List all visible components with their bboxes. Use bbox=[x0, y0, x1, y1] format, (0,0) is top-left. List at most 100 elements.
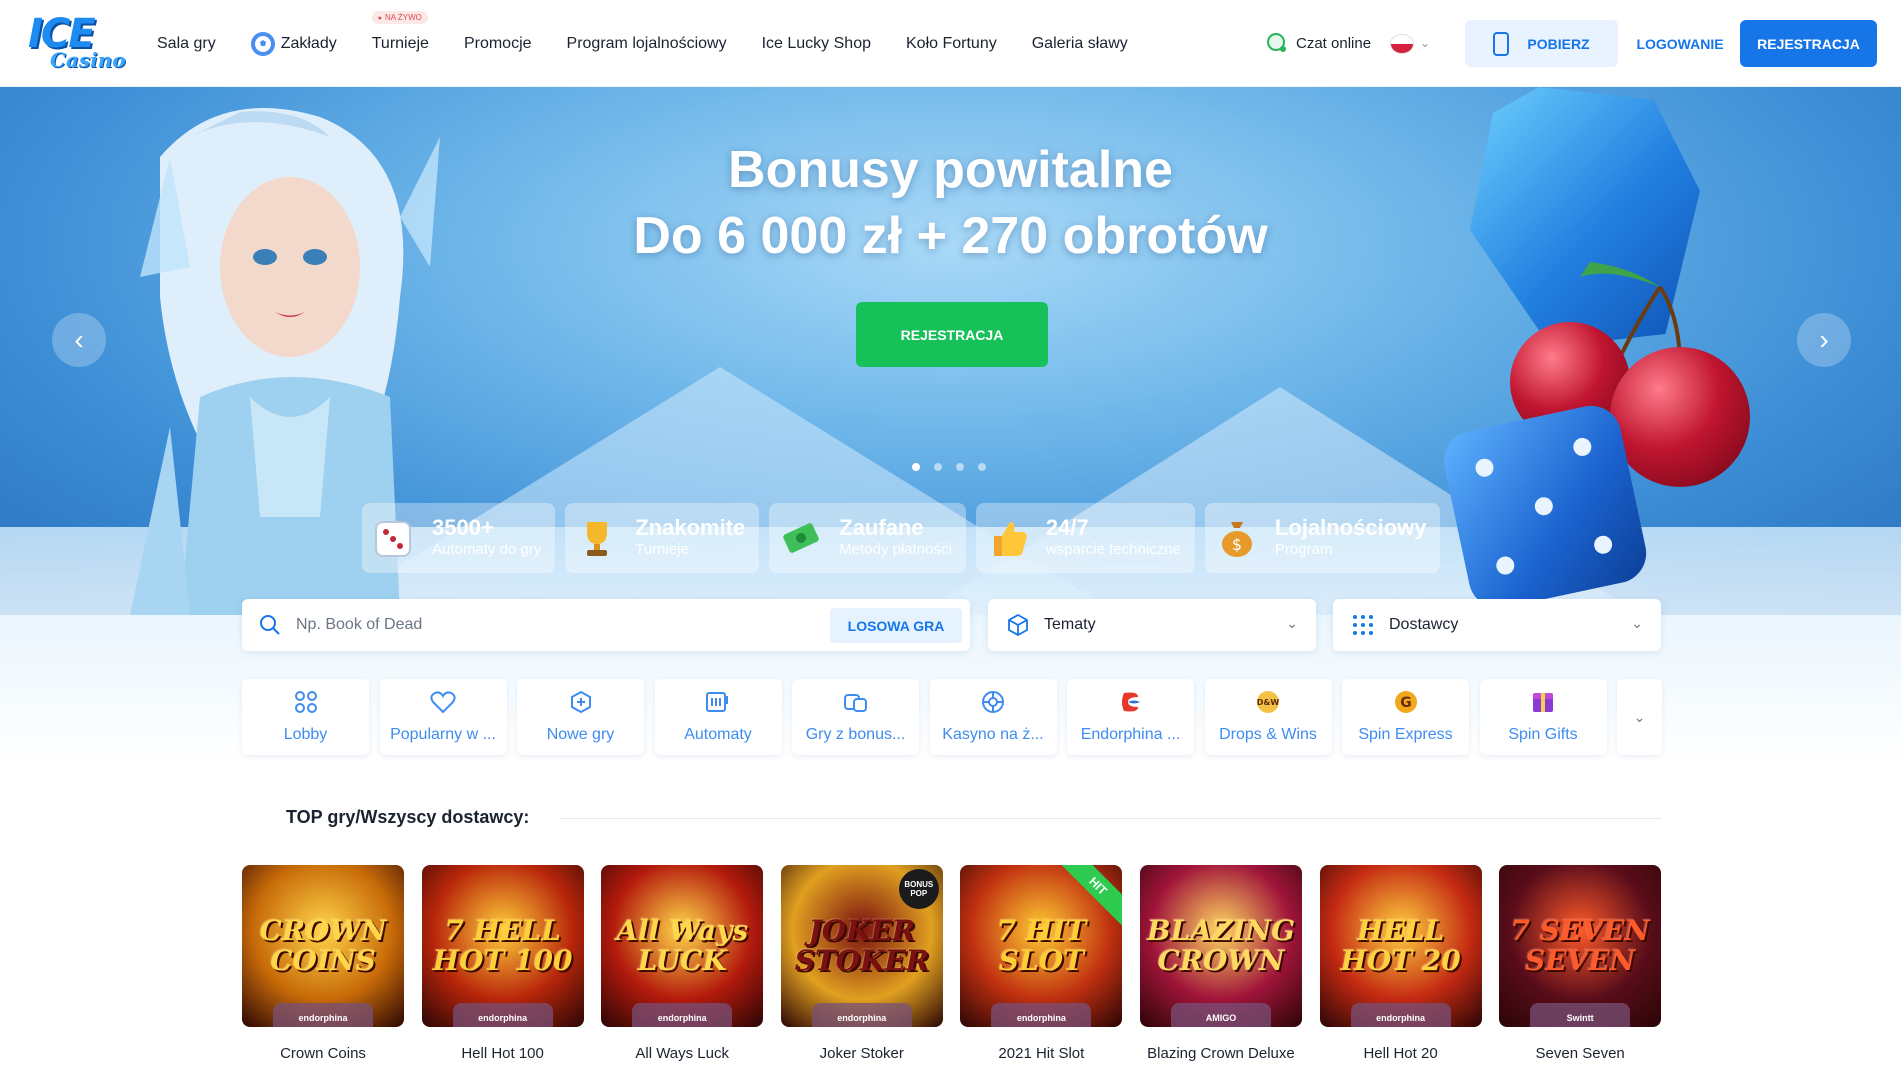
nav-item-promotions[interactable]: Promocje bbox=[464, 35, 532, 53]
live-badge: NA ŻYWO bbox=[371, 10, 428, 24]
nav-item-wheel-of-fortune[interactable]: Koło Fortuny bbox=[906, 35, 997, 53]
grid-icon bbox=[292, 688, 320, 716]
category-label: Popularny w ... bbox=[390, 726, 496, 743]
register-button[interactable]: REJESTRACJA bbox=[1740, 20, 1877, 67]
category-drops-wins[interactable]: D&W Drops & Wins bbox=[1204, 679, 1332, 755]
nav-item-lucky-shop[interactable]: Ice Lucky Shop bbox=[762, 35, 871, 53]
dice-illustration bbox=[1438, 400, 1652, 614]
chevron-down-icon: ⌄ bbox=[1286, 615, 1298, 631]
game-title[interactable]: 2021 Hit Slot bbox=[998, 1045, 1084, 1062]
category-spin-express[interactable]: G Spin Express bbox=[1342, 679, 1469, 755]
ice-casino-logo[interactable]: ICE Casino bbox=[28, 14, 126, 72]
category-live-casino[interactable]: Kasyno na ż... bbox=[929, 679, 1057, 755]
search-input[interactable] bbox=[296, 616, 816, 634]
logo-text-casino: Casino bbox=[50, 48, 126, 72]
site-header: ICE Casino Sala gry Zakłady NA ŻYWO Turn… bbox=[0, 0, 1901, 87]
providers-dropdown[interactable]: Dostawcy ⌄ bbox=[1333, 599, 1661, 651]
carousel-dot[interactable] bbox=[956, 463, 964, 471]
game-card[interactable]: All Ways LUCK endorphina All Ways Luck bbox=[601, 865, 764, 1062]
game-card[interactable]: HELL HOT 20 endorphina Hell Hot 20 bbox=[1319, 865, 1482, 1062]
feature-subtitle: Metody płatności bbox=[839, 541, 952, 558]
nav-item-bets[interactable]: Zakłady bbox=[250, 31, 337, 56]
category-lobby[interactable]: Lobby bbox=[242, 679, 369, 755]
language-flag-icon[interactable] bbox=[1390, 34, 1414, 54]
category-label: Nowe gry bbox=[546, 726, 615, 743]
game-title[interactable]: Crown Coins bbox=[280, 1045, 366, 1062]
category-label: Drops & Wins bbox=[1219, 726, 1317, 743]
category-new-games[interactable]: Nowe gry bbox=[517, 679, 644, 755]
spin-gifts-icon bbox=[1529, 688, 1557, 716]
carousel-prev-button[interactable]: ‹ bbox=[52, 313, 106, 367]
game-thumbnail[interactable]: 7 SEVEN SEVEN Swintt bbox=[1499, 865, 1662, 1027]
bonus-icon bbox=[842, 688, 870, 716]
game-title[interactable]: Hell Hot 100 bbox=[461, 1045, 544, 1062]
game-thumbnail[interactable]: CROWN COINS endorphina bbox=[242, 865, 404, 1027]
feature-support: 24/7 wsparcie techniczne bbox=[975, 503, 1195, 573]
random-game-button[interactable]: LOSOWA GRA bbox=[830, 608, 962, 643]
login-button[interactable]: LOGOWANIE bbox=[1630, 20, 1730, 67]
category-label: Spin Express bbox=[1358, 726, 1453, 743]
game-thumbnail[interactable]: All Ways LUCK endorphina bbox=[601, 865, 764, 1027]
carousel-dot[interactable] bbox=[912, 463, 920, 471]
game-title[interactable]: Seven Seven bbox=[1536, 1045, 1625, 1062]
game-thumbnail[interactable]: HELL HOT 20 endorphina bbox=[1319, 865, 1482, 1027]
feature-title: Znakomite bbox=[635, 515, 746, 540]
thumbs-up-icon bbox=[984, 514, 1032, 562]
game-card[interactable]: CROWN COINS endorphina Crown Coins bbox=[242, 865, 404, 1062]
feature-loyalty: $ Lojalnościowy Program bbox=[1204, 503, 1441, 573]
nav-item-hall-of-fame[interactable]: Galeria sławy bbox=[1032, 35, 1128, 53]
trophy-icon bbox=[573, 514, 621, 562]
providers-label: Dostawcy bbox=[1389, 616, 1459, 633]
svg-text:$: $ bbox=[1232, 535, 1242, 554]
nav-label: Zakłady bbox=[280, 34, 337, 52]
carousel-dot[interactable] bbox=[934, 463, 942, 471]
game-thumbnail[interactable]: BLAZING CROWN AMIGO bbox=[1139, 865, 1302, 1027]
category-bonus-games[interactable]: Gry z bonus... bbox=[792, 679, 919, 755]
game-thumbnail[interactable]: 7 HELL HOT 100 endorphina bbox=[421, 865, 584, 1027]
game-card[interactable]: 7 HELL HOT 100 endorphina Hell Hot 100 bbox=[421, 865, 584, 1062]
topics-dropdown[interactable]: Tematy ⌄ bbox=[988, 599, 1316, 651]
download-button[interactable]: POBIERZ bbox=[1465, 20, 1618, 67]
online-chat-link[interactable]: Czat online bbox=[1264, 31, 1371, 55]
game-thumbnail[interactable]: 7 HIT SLOT HIT endorphina bbox=[960, 865, 1123, 1027]
category-spin-gifts[interactable]: Spin Gifts bbox=[1479, 679, 1607, 755]
category-popular[interactable]: Popularny w ... bbox=[379, 679, 507, 755]
category-tabs: Lobby Popularny w ... Nowe gry Automaty … bbox=[242, 679, 1617, 755]
game-card[interactable]: BLAZING CROWN AMIGO Blazing Crown Deluxe bbox=[1139, 865, 1302, 1062]
game-title[interactable]: Blazing Crown Deluxe bbox=[1147, 1045, 1295, 1062]
feature-title: Lojalnościowy bbox=[1274, 515, 1427, 540]
game-card[interactable]: 7 SEVEN SEVEN Swintt Seven Seven bbox=[1499, 865, 1662, 1062]
game-art-title: 7 HELL HOT 100 bbox=[432, 914, 573, 977]
provider-badge: endorphina bbox=[273, 1003, 373, 1027]
game-thumbnail[interactable]: JOKER STOKER BONUS POP endorphina bbox=[780, 865, 943, 1027]
game-title[interactable]: Joker Stoker bbox=[820, 1045, 904, 1062]
carousel-next-button[interactable]: › bbox=[1797, 313, 1851, 367]
game-title[interactable]: Hell Hot 20 bbox=[1363, 1045, 1437, 1062]
category-label: Endorphina ... bbox=[1080, 726, 1181, 743]
search-icon bbox=[260, 615, 280, 635]
game-art-title: 7 SEVEN SEVEN bbox=[1510, 914, 1650, 977]
hero-register-button[interactable]: REJESTRACJA bbox=[856, 302, 1048, 367]
chevron-down-icon[interactable]: ⌄ bbox=[1420, 36, 1430, 50]
game-title[interactable]: All Ways Luck bbox=[635, 1045, 729, 1062]
feature-subtitle: wsparcie techniczne bbox=[1045, 541, 1181, 558]
cherry-illustration bbox=[1610, 347, 1750, 487]
expand-categories-button[interactable]: ⌄ bbox=[1617, 679, 1662, 755]
game-card[interactable]: JOKER STOKER BONUS POP endorphina Joker Sto… bbox=[780, 865, 943, 1062]
provider-badge: endorphina bbox=[991, 1003, 1092, 1027]
category-slots[interactable]: Automaty bbox=[654, 679, 782, 755]
spin-express-icon: G bbox=[1392, 688, 1420, 716]
game-grid: CROWN COINS endorphina Crown Coins 7 HELL H… bbox=[242, 865, 1679, 1062]
feature-tournaments: Znakomite Turnieje bbox=[565, 503, 760, 573]
main-nav: Sala gry Zakłady NA ŻYWO Turnieje Promoc… bbox=[157, 0, 1163, 87]
nav-item-games-hall[interactable]: Sala gry bbox=[157, 35, 216, 53]
nav-item-tournaments[interactable]: NA ŻYWO Turnieje bbox=[371, 10, 429, 53]
game-card[interactable]: 7 HIT SLOT HIT endorphina 2021 Hit Slot bbox=[960, 865, 1123, 1062]
category-label: Automaty bbox=[684, 726, 752, 743]
carousel-dot[interactable] bbox=[978, 463, 986, 471]
nav-item-loyalty[interactable]: Program lojalnościowy bbox=[567, 35, 727, 53]
category-endorphina[interactable]: Endorphina ... bbox=[1067, 679, 1194, 755]
heart-icon bbox=[429, 688, 457, 716]
game-art-title: CROWN COINS bbox=[259, 914, 387, 977]
nav-label: Program lojalnościowy bbox=[566, 34, 727, 52]
